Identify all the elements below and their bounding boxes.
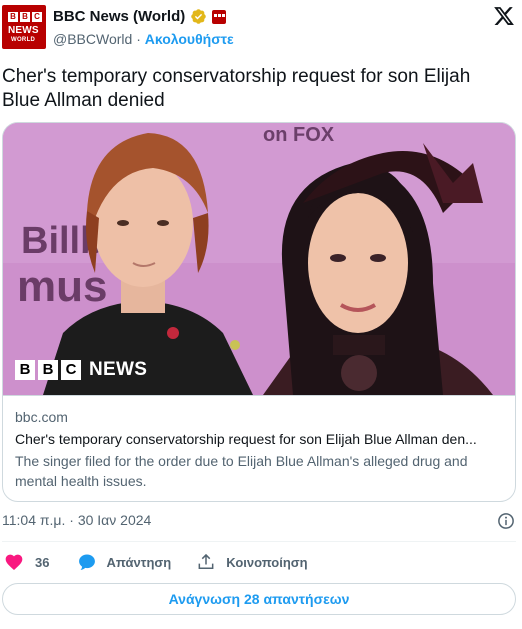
- read-replies-button[interactable]: Ανάγνωση 28 απαντήσεων: [2, 583, 516, 615]
- x-logo-icon[interactable]: [493, 5, 515, 27]
- avatar-block: B: [20, 12, 30, 22]
- account-avatar[interactable]: B B C NEWS WORLD: [2, 5, 46, 49]
- watermark-block: C: [61, 360, 81, 380]
- card-domain: bbc.com: [15, 409, 68, 425]
- avatar-news-text: NEWS: [8, 25, 39, 36]
- divider: [2, 541, 516, 542]
- avatar-block: C: [32, 12, 42, 22]
- bbc-news-watermark: B B C NEWS: [15, 359, 147, 381]
- watermark-block: B: [15, 360, 35, 380]
- account-name-row: BBC News (World): [53, 8, 227, 25]
- article-image[interactable]: on FOX Billbo mus B B C NEWS: [3, 123, 515, 395]
- watermark-block: B: [38, 360, 58, 380]
- affiliate-badge-icon: [212, 9, 227, 24]
- avatar-block: B: [8, 12, 18, 22]
- follow-button[interactable]: Ακολουθήστε: [145, 31, 234, 47]
- verified-badge-icon: [191, 9, 206, 24]
- card-title: Cher's temporary conservatorship request…: [15, 431, 477, 447]
- card-description: The singer filed for the order due to El…: [15, 453, 468, 489]
- reply-button[interactable]: Απάντηση: [77, 552, 171, 572]
- avatar-bbc-blocks: B B C: [8, 12, 42, 22]
- reply-bubble-icon: [79, 554, 96, 570]
- account-handle[interactable]: @BBCWorld: [53, 31, 132, 47]
- tweet-actions: 36 Απάντηση Κοινοποίηση: [2, 552, 308, 572]
- share-label: Κοινοποίηση: [226, 554, 308, 570]
- tweet-text: Cher's temporary conservatorship request…: [2, 66, 471, 111]
- reply-label: Απάντηση: [106, 554, 172, 570]
- share-icon: [198, 553, 214, 569]
- tweet-timestamp[interactable]: 11:04 π.μ. · 30 Ιαν 2024: [2, 512, 151, 528]
- info-icon[interactable]: [497, 512, 515, 530]
- account-name[interactable]: BBC News (World): [53, 8, 185, 25]
- share-button[interactable]: Κοινοποίηση: [196, 552, 308, 572]
- watermark-word: NEWS: [89, 359, 148, 380]
- like-button[interactable]: 36: [4, 552, 49, 572]
- like-count: 36: [35, 554, 50, 570]
- heart-icon: [5, 554, 23, 570]
- card-meta[interactable]: bbc.com Cher's temporary conservatorship…: [3, 395, 515, 501]
- tweet-header: B B C NEWS WORLD BBC News (World) @BBCWo…: [0, 0, 522, 56]
- handle-row: @BBCWorld · Ακολουθήστε: [53, 31, 234, 47]
- article-photo-illustration: on FOX Billbo mus: [3, 123, 515, 395]
- link-preview-card[interactable]: on FOX Billbo mus B B C NEWS bbc.com Che…: [2, 122, 516, 502]
- avatar-world-text: WORLD: [11, 37, 36, 43]
- backdrop-sign-top: on FOX: [263, 124, 335, 146]
- handle-separator: ·: [132, 31, 145, 47]
